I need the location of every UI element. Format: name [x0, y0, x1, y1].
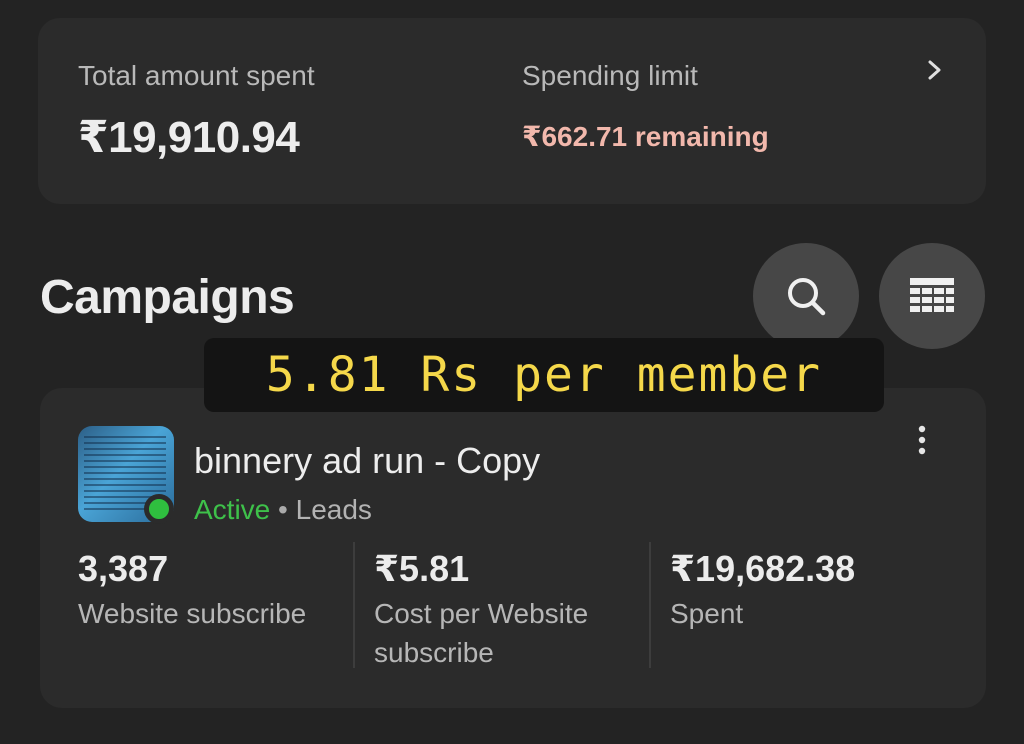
more-vertical-icon[interactable] [910, 424, 934, 458]
table-icon [910, 278, 954, 312]
status-separator: • [278, 494, 288, 525]
metric-results-label: Website subscribe [78, 598, 307, 629]
total-spent-value: ₹19,910.94 [78, 113, 300, 162]
search-icon [788, 278, 826, 316]
active-status-dot [144, 494, 174, 524]
metric-cost-value: ₹5.81 [374, 548, 470, 589]
metric-spent-label: Spent [670, 598, 744, 629]
chevron-right-icon[interactable] [924, 56, 946, 84]
caption-overlay: 5.81 Rs per member [204, 338, 884, 412]
caption-text: 5.81 Rs per member [265, 347, 823, 403]
campaign-name[interactable]: binnery ad run - Copy [194, 440, 540, 482]
campaigns-heading: Campaigns [40, 271, 295, 324]
campaign-status: Active [194, 494, 271, 525]
spending-summary-card[interactable] [38, 18, 986, 204]
metric-results-value: 3,387 [78, 548, 169, 589]
total-spent-label: Total amount spent [78, 60, 315, 91]
metric-divider [353, 542, 355, 668]
metric-spent-value: ₹19,682.38 [670, 548, 856, 589]
campaign-objective: Leads [295, 494, 372, 525]
spending-limit-remaining: ₹662.71 remaining [522, 121, 769, 152]
table-view-button[interactable] [879, 243, 985, 349]
metric-divider [649, 542, 651, 668]
spending-limit-label: Spending limit [522, 60, 698, 91]
search-button[interactable] [753, 243, 859, 349]
campaign-status-line: Active • Leads [194, 494, 372, 526]
metric-cost-label: Cost per Website subscribe [374, 598, 589, 668]
